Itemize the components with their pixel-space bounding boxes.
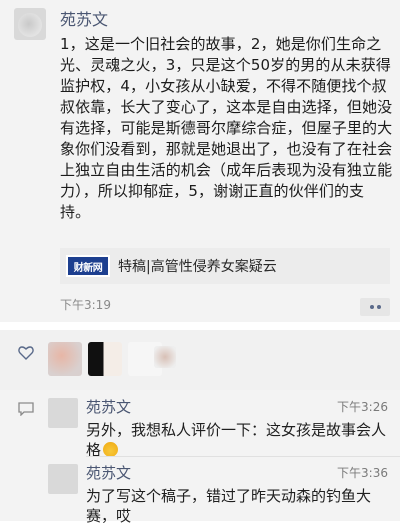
comment-item[interactable]: 苑苏文 下午3:36 为了写这个稿子，错过了昨天动森的钓鱼大赛，哎: [48, 462, 388, 525]
moment-post: 苑苏文 1，这是一个旧社会的故事，2，她是你们生命之光、灵魂之火，3，只是这个5…: [0, 0, 400, 322]
heart-icon: [18, 346, 34, 360]
laugh-cry-emoji-icon: [103, 442, 119, 457]
commenter-avatar[interactable]: [48, 464, 78, 494]
comment-text: 另外，我想私人评价一下：这女孩是故事会人格: [86, 421, 387, 459]
commenter-avatar[interactable]: [48, 398, 78, 428]
liker-avatar[interactable]: [154, 346, 176, 368]
comment-time: 下午3:36: [337, 466, 388, 480]
comment-text: 为了写这个稿子，错过了昨天动森的钓鱼大赛，哎: [86, 487, 372, 525]
comment-divider: [86, 456, 400, 457]
liker-avatar[interactable]: [48, 342, 82, 376]
logo-text: 财新网: [73, 262, 103, 274]
post-timestamp: 下午3:19: [60, 298, 111, 312]
more-options-button[interactable]: [360, 298, 390, 316]
shared-article-card[interactable]: 财新网 特稿|高管性侵养女案疑云: [60, 248, 390, 284]
commenter-name[interactable]: 苑苏文: [86, 462, 131, 483]
caixin-logo: 财新网: [66, 255, 110, 277]
article-title: 特稿|高管性侵养女案疑云: [118, 259, 277, 275]
author-name[interactable]: 苑苏文: [60, 6, 108, 30]
liker-avatar[interactable]: [88, 342, 122, 376]
commenter-name[interactable]: 苑苏文: [86, 396, 131, 417]
post-text: 1，这是一个旧社会的故事，2，她是你们生命之光、灵魂之火，3，只是这个50岁的男…: [60, 35, 393, 221]
author-avatar[interactable]: [14, 8, 46, 40]
comment-icon: [18, 402, 34, 416]
comment-time: 下午3:26: [337, 400, 388, 414]
comments-section: 苑苏文 下午3:26 另外，我想私人评价一下：这女孩是故事会人格 苑苏文 下午3…: [0, 390, 400, 525]
comment-item[interactable]: 苑苏文 下午3:26 另外，我想私人评价一下：这女孩是故事会人格: [48, 396, 388, 459]
